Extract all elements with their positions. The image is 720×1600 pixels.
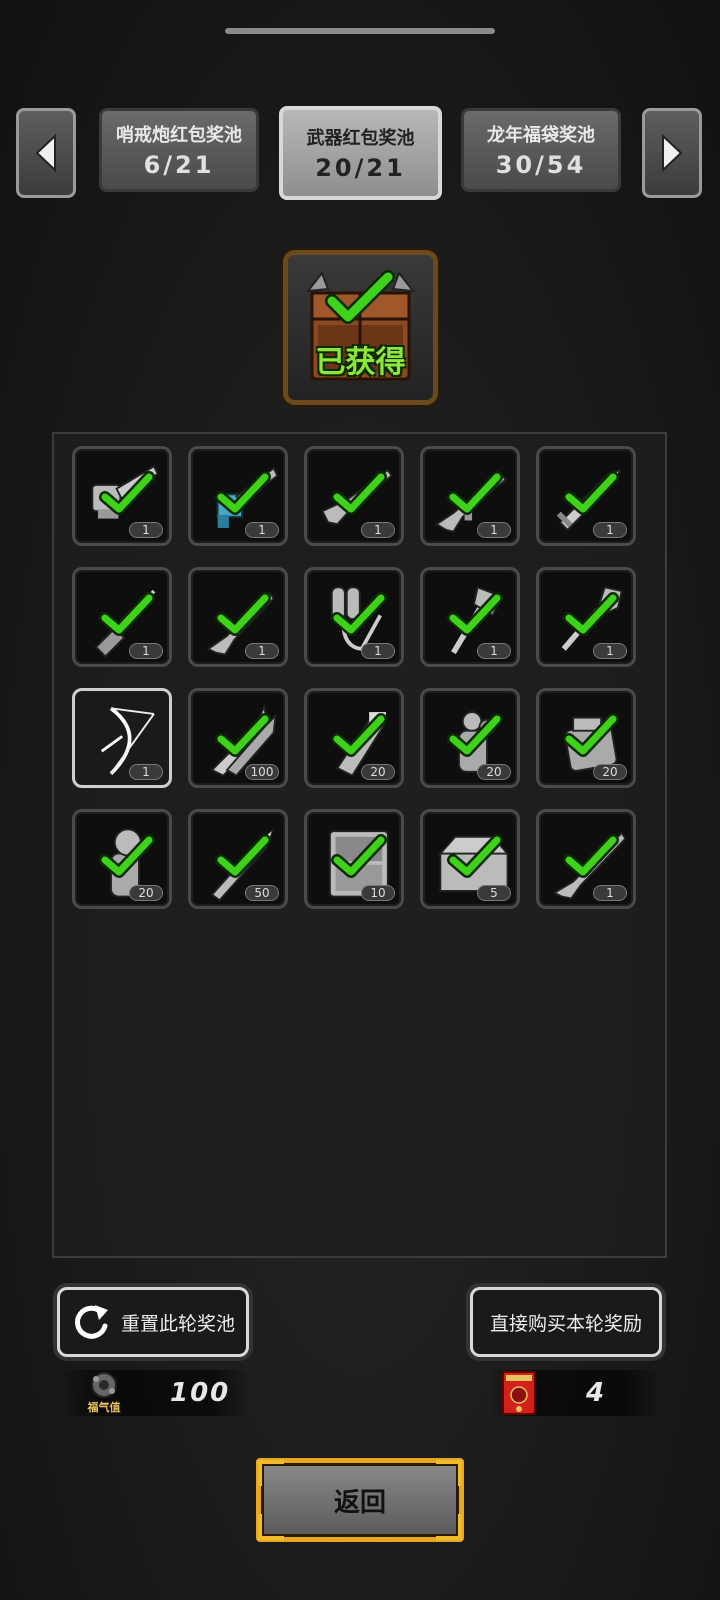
reward-quantity: 1	[245, 522, 279, 538]
reward-slot[interactable]: 1	[304, 567, 404, 667]
red-envelope-icon	[502, 1371, 536, 1415]
reset-pool-label: 重置此轮奖池	[120, 1312, 235, 1335]
reset-pool-button[interactable]: 重置此轮奖池	[57, 1287, 249, 1357]
tab-label: 哨戒炮红包奖池	[116, 125, 242, 146]
reward-quantity: 1	[593, 643, 627, 659]
reward-quantity: 20	[593, 764, 627, 780]
reward-slot[interactable]: 1	[536, 446, 636, 546]
reward-slot[interactable]: 1	[536, 567, 636, 667]
checkmark-icon	[331, 592, 387, 636]
red-envelope-stat: 4	[490, 1370, 660, 1416]
reward-quantity: 1	[477, 522, 511, 538]
reward-quantity: 20	[477, 764, 511, 780]
reward-quantity: 50	[245, 885, 279, 901]
corner-ornament	[436, 1514, 462, 1540]
next-pool-button[interactable]	[642, 108, 702, 198]
fortune-value: 100	[170, 1378, 231, 1408]
reward-slot[interactable]: 1	[304, 446, 404, 546]
buy-rewards-label: 直接购买本轮奖励	[489, 1312, 642, 1335]
chevron-left-icon	[35, 133, 56, 173]
reward-quantity: 1	[129, 643, 163, 659]
checkmark-icon	[563, 471, 619, 515]
tab-progress: 20/21	[315, 154, 406, 182]
checkmark-icon	[331, 713, 387, 757]
corner-ornament	[258, 1514, 284, 1540]
reward-slot[interactable]: 100	[188, 688, 288, 788]
tab-dragon-year-pool[interactable]: 龙年福袋奖池 30/54	[461, 108, 621, 192]
drag-handle[interactable]	[225, 28, 495, 34]
back-label: 返回	[333, 1487, 386, 1518]
checkmark-icon	[99, 834, 155, 878]
checkmark-icon	[563, 592, 619, 636]
red-envelope-value: 4	[586, 1378, 607, 1408]
fortune-icon: 福气值	[82, 1371, 126, 1415]
buy-rewards-button[interactable]: 直接购买本轮奖励	[470, 1287, 662, 1357]
tab-label: 龙年福袋奖池	[487, 125, 595, 146]
checkmark-icon	[215, 471, 271, 515]
reward-quantity: 1	[361, 522, 395, 538]
tab-label: 武器红包奖池	[306, 128, 415, 149]
reward-quantity: 20	[129, 885, 163, 901]
checkmark-icon	[331, 834, 387, 878]
checkmark-icon	[215, 592, 271, 636]
obtained-label: 已获得	[315, 345, 406, 380]
reward-slot[interactable]: 20	[304, 688, 404, 788]
prev-pool-button[interactable]	[16, 108, 76, 198]
reward-slot[interactable]: 1	[536, 809, 636, 909]
checkmark-icon	[447, 471, 503, 515]
checkmark-icon	[99, 471, 155, 515]
refresh-icon	[75, 1305, 108, 1339]
reward-slot[interactable]: 50	[188, 809, 288, 909]
reward-quantity: 1	[477, 643, 511, 659]
corner-ornament	[258, 1460, 284, 1486]
reward-quantity: 1	[245, 643, 279, 659]
reward-slot[interactable]: 1	[188, 446, 288, 546]
reward-grid-panel: 1 1 1 1 1 1 1 1 1 1 1 100 20 20 20 20 50 10 5 1	[52, 432, 667, 1258]
reward-quantity: 1	[593, 885, 627, 901]
reward-quantity: 5	[477, 885, 511, 901]
reward-slot[interactable]: 20	[72, 809, 172, 909]
reward-slot[interactable]: 5	[420, 809, 520, 909]
checkmark-icon	[447, 713, 503, 757]
reward-quantity: 1	[129, 764, 163, 780]
checkmark-icon	[331, 471, 387, 515]
reward-quantity: 1	[361, 643, 395, 659]
reward-slot[interactable]: 1	[420, 567, 520, 667]
chevron-right-icon	[662, 133, 683, 173]
corner-ornament	[436, 1460, 462, 1486]
back-button[interactable]: 返回	[256, 1458, 464, 1542]
checkmark-icon	[215, 834, 271, 878]
reward-slot[interactable]: 1	[72, 446, 172, 546]
grand-prize-chest[interactable]: 已获得	[283, 250, 438, 405]
reward-slot[interactable]: 20	[536, 688, 636, 788]
reward-slot[interactable]: 1	[72, 688, 172, 788]
tab-weapon-pool[interactable]: 武器红包奖池 20/21	[279, 106, 442, 200]
reward-quantity: 20	[361, 764, 395, 780]
checkmark-icon	[563, 834, 619, 878]
reward-slot[interactable]: 1	[420, 446, 520, 546]
tab-sentry-gun-pool[interactable]: 哨戒炮红包奖池 6/21	[99, 108, 259, 192]
reward-quantity: 1	[593, 522, 627, 538]
reward-slot[interactable]: 20	[420, 688, 520, 788]
reward-slot[interactable]: 1	[188, 567, 288, 667]
fortune-caption: 福气值	[87, 1401, 121, 1414]
reward-quantity: 100	[245, 764, 279, 780]
reward-quantity: 10	[361, 885, 395, 901]
tab-progress: 30/54	[495, 151, 587, 179]
checkmark-icon	[563, 713, 619, 757]
checkmark-icon	[215, 713, 271, 757]
reward-slot[interactable]: 1	[72, 567, 172, 667]
checkmark-icon	[447, 592, 503, 636]
reward-quantity: 1	[129, 522, 163, 538]
reward-slot[interactable]: 10	[304, 809, 404, 909]
tab-progress: 6/21	[143, 151, 215, 179]
fortune-stat: 福气值 100	[60, 1370, 250, 1416]
checkmark-icon	[447, 834, 503, 878]
checkmark-icon	[99, 592, 155, 636]
